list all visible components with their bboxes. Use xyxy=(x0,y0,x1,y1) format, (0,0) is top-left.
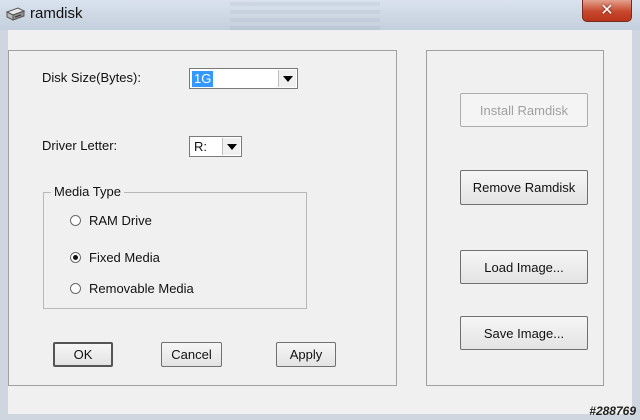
radio-fixed-media-label: Fixed Media xyxy=(89,250,160,265)
watermark-id: #288769 xyxy=(589,404,636,418)
media-type-label: Media Type xyxy=(51,184,124,199)
title-bar-background-blur xyxy=(230,0,380,30)
apply-button[interactable]: Apply xyxy=(276,342,336,367)
disk-size-dropdown-button[interactable] xyxy=(278,70,296,87)
chevron-down-icon xyxy=(282,75,293,82)
driver-letter-dropdown-button[interactable] xyxy=(222,138,240,155)
radio-ram-drive-label: RAM Drive xyxy=(89,213,152,228)
radio-ram-drive[interactable]: RAM Drive xyxy=(70,213,152,228)
disk-size-value[interactable]: 1G xyxy=(192,71,214,87)
close-icon: ✕ xyxy=(600,1,614,19)
drive-icon xyxy=(5,7,26,21)
disk-size-combo[interactable]: 1G xyxy=(189,68,298,89)
install-ramdisk-button[interactable]: Install Ramdisk xyxy=(460,93,588,127)
radio-removable-media[interactable]: Removable Media xyxy=(70,281,194,296)
dialog-client-area: Disk Size(Bytes): 1G Driver Letter: R: M… xyxy=(8,30,632,414)
driver-letter-combo[interactable]: R: xyxy=(189,136,242,157)
disk-size-label: Disk Size(Bytes): xyxy=(42,70,141,85)
close-button[interactable]: ✕ xyxy=(582,0,632,22)
remove-ramdisk-button[interactable]: Remove Ramdisk xyxy=(460,170,588,205)
driver-letter-value[interactable]: R: xyxy=(192,139,209,155)
radio-ram-drive-circle[interactable] xyxy=(70,215,81,226)
title-bar[interactable]: ramdisk ✕ xyxy=(0,0,640,30)
radio-removable-media-circle[interactable] xyxy=(70,283,81,294)
load-image-button[interactable]: Load Image... xyxy=(460,250,588,284)
save-image-button[interactable]: Save Image... xyxy=(460,316,588,350)
ok-button[interactable]: OK xyxy=(53,342,113,367)
chevron-down-icon xyxy=(226,143,237,150)
cancel-button[interactable]: Cancel xyxy=(161,342,222,367)
radio-fixed-media[interactable]: Fixed Media xyxy=(70,250,160,265)
radio-fixed-media-circle[interactable] xyxy=(70,252,81,263)
radio-removable-media-label: Removable Media xyxy=(89,281,194,296)
window-title: ramdisk xyxy=(30,5,83,22)
driver-letter-label: Driver Letter: xyxy=(42,138,118,153)
